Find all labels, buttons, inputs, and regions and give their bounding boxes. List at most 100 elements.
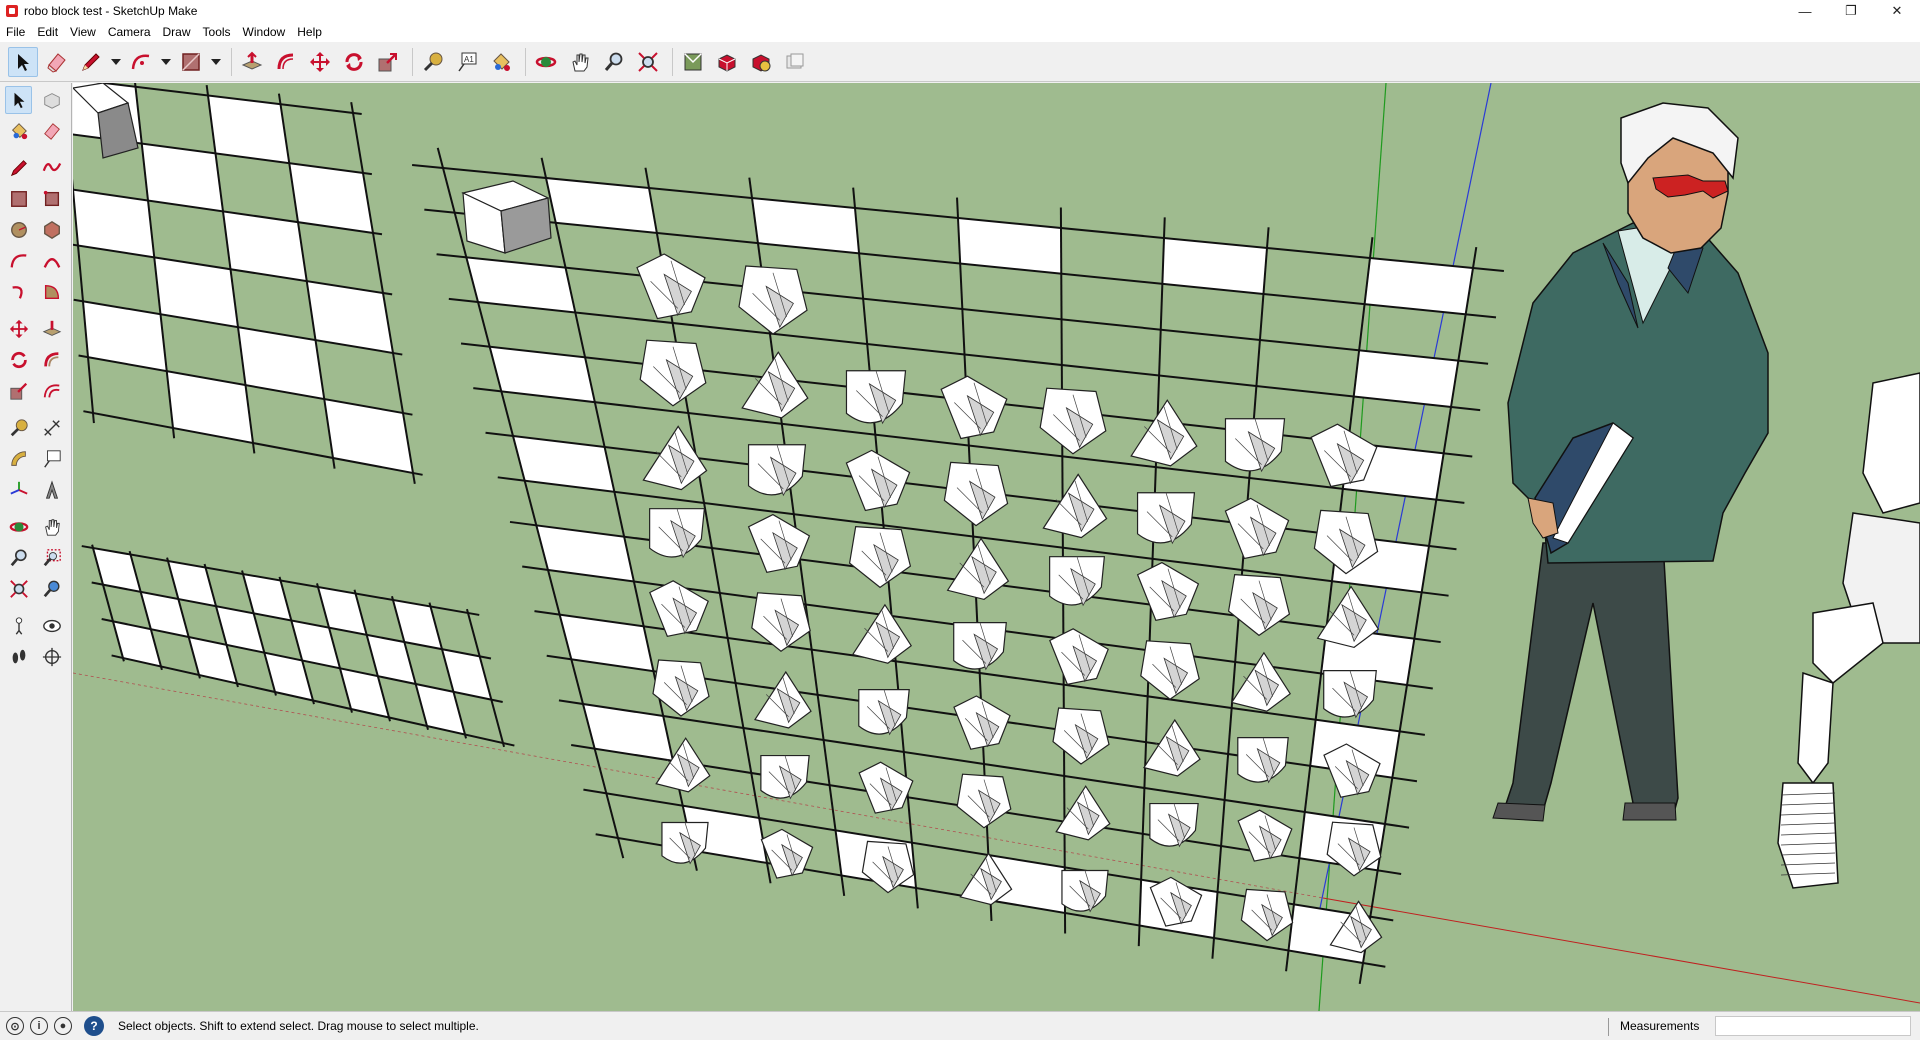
close-button[interactable]: ✕: [1874, 0, 1920, 22]
move-tool-button[interactable]: [5, 315, 32, 343]
paint-bucket-icon: [493, 52, 510, 71]
menu-tools[interactable]: Tools: [197, 22, 237, 42]
follow-me-tool-button[interactable]: [271, 47, 301, 77]
make-component-button[interactable]: [38, 86, 65, 114]
send-to-layout-button[interactable]: [780, 47, 810, 77]
extension-warehouse-button[interactable]: [746, 47, 776, 77]
line-tool-button[interactable]: [5, 154, 32, 182]
restore-button[interactable]: ❐: [1828, 0, 1874, 22]
robo-block: [1224, 418, 1286, 473]
menu-draw[interactable]: Draw: [157, 22, 197, 42]
paint-bucket-tool-button[interactable]: [486, 47, 516, 77]
position-camera-tool-button[interactable]: [5, 612, 32, 640]
walk-icon: [12, 649, 25, 664]
line-tool-button[interactable]: [76, 47, 106, 77]
warehouse-button[interactable]: [678, 47, 708, 77]
robo-block: [1149, 802, 1199, 848]
rotated-rectangle-tool-button[interactable]: [38, 185, 65, 213]
push-pull-tool-button[interactable]: [38, 315, 65, 343]
components-button[interactable]: [712, 47, 742, 77]
menu-file[interactable]: File: [0, 22, 31, 42]
zoom-tool-button[interactable]: [599, 47, 629, 77]
rectangle-tool-button[interactable]: [5, 185, 32, 213]
follow-me-tool-button[interactable]: [38, 346, 65, 374]
zoom-tool-button[interactable]: [5, 544, 32, 572]
sketchup-logo-icon: [6, 5, 18, 17]
select-icon: [14, 92, 24, 109]
menu-edit[interactable]: Edit: [31, 22, 64, 42]
rotate-tool-button[interactable]: [5, 346, 32, 374]
select-icon: [18, 53, 29, 71]
rectangle-tool-button[interactable]: [176, 47, 206, 77]
eraser-tool-button[interactable]: [42, 47, 72, 77]
text-tool-button[interactable]: [38, 445, 65, 473]
section-plane-tool-button[interactable]: [38, 643, 65, 671]
arc-tool-button[interactable]: [5, 247, 32, 275]
orbit-tool-button[interactable]: [5, 513, 32, 541]
freehand-tool-button[interactable]: [38, 154, 65, 182]
paint-bucket-tool-button[interactable]: [5, 117, 32, 145]
push-pull-icon: [42, 320, 61, 336]
minimize-button[interactable]: —: [1782, 0, 1828, 22]
protractor-tool-button[interactable]: [5, 445, 32, 473]
pan-tool-button[interactable]: [565, 47, 595, 77]
help-icon[interactable]: ?: [84, 1016, 104, 1036]
push-pull-tool-button[interactable]: [237, 47, 267, 77]
look-around-tool-button[interactable]: [38, 612, 65, 640]
zoom-extents-tool-button[interactable]: [633, 47, 663, 77]
zoom-window-tool-button[interactable]: [38, 544, 65, 572]
user-account-icon[interactable]: ●: [54, 1017, 72, 1035]
robo-block: [845, 370, 907, 425]
move-icon: [310, 51, 330, 72]
previous-view-button[interactable]: [38, 575, 65, 603]
extension-warehouse-icon: [752, 53, 771, 72]
geo-location-icon[interactable]: ⊙: [6, 1017, 24, 1035]
scale-tool-button[interactable]: [373, 47, 403, 77]
pan-tool-button[interactable]: [38, 513, 65, 541]
large-tool-set: [0, 83, 72, 1011]
menu-window[interactable]: Window: [237, 22, 292, 42]
rotate-icon: [10, 351, 27, 369]
zoom-extents-tool-button[interactable]: [5, 575, 32, 603]
window-title: robo block test - SketchUp Make: [24, 4, 198, 18]
scale-tool-button[interactable]: [5, 377, 32, 405]
offset-tool-button[interactable]: [38, 377, 65, 405]
main-toolbar: A1: [0, 42, 1920, 82]
line-tool-dropdown[interactable]: [110, 47, 122, 77]
measurements-input[interactable]: [1715, 1016, 1911, 1036]
eraser-tool-button[interactable]: [38, 117, 65, 145]
menu-view[interactable]: View: [64, 22, 102, 42]
select-tool-button[interactable]: [8, 46, 38, 77]
text-tool-button[interactable]: A1: [452, 47, 482, 77]
arc-icon: [10, 254, 26, 268]
select-tool-button[interactable]: [5, 86, 33, 114]
arc-tool-dropdown[interactable]: [160, 47, 172, 77]
scale-icon: [9, 382, 27, 400]
model-viewport[interactable]: [73, 83, 1920, 1011]
axes-tool-button[interactable]: [5, 476, 32, 504]
tape-measure-tool-button[interactable]: [418, 47, 448, 77]
robo-block: [636, 253, 706, 320]
robo-block: [956, 773, 1012, 829]
move-tool-button[interactable]: [305, 47, 335, 77]
rectangle-tool-dropdown[interactable]: [210, 47, 222, 77]
polygon-tool-button[interactable]: [38, 216, 65, 244]
3d-text-tool-button[interactable]: [38, 476, 65, 504]
robo-block: [1237, 737, 1289, 784]
pie-tool-button[interactable]: [38, 278, 65, 306]
credits-icon[interactable]: i: [30, 1017, 48, 1035]
menu-help[interactable]: Help: [291, 22, 328, 42]
walk-tool-button[interactable]: [5, 643, 32, 671]
section-plane-icon: [42, 647, 61, 667]
tape-measure-tool-button[interactable]: [5, 414, 32, 442]
menu-camera[interactable]: Camera: [102, 22, 157, 42]
circle-tool-button[interactable]: [5, 216, 32, 244]
two-point-arc-tool-button[interactable]: [38, 247, 65, 275]
arc-tool-button[interactable]: [126, 47, 156, 77]
three-point-arc-tool-button[interactable]: [5, 278, 32, 306]
robo-block: [1039, 387, 1107, 455]
orbit-tool-button[interactable]: [531, 47, 561, 77]
orbit-icon: [535, 56, 557, 67]
dimension-tool-button[interactable]: [38, 414, 65, 442]
rotate-tool-button[interactable]: [339, 47, 369, 77]
